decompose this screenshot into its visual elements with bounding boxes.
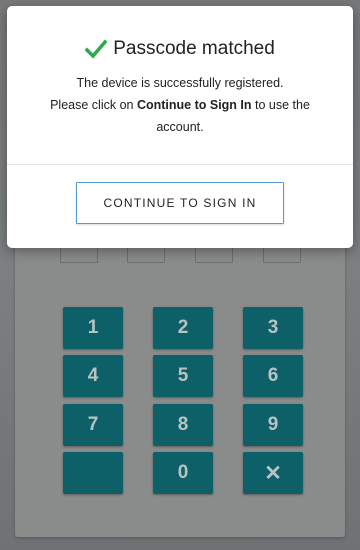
key-7[interactable]: 7 bbox=[63, 404, 123, 446]
message-line-3: account. bbox=[156, 120, 204, 134]
key-4[interactable]: 4 bbox=[63, 355, 123, 397]
key-blank[interactable] bbox=[63, 452, 123, 494]
delete-icon[interactable]: ✕ bbox=[243, 452, 303, 494]
key-9[interactable]: 9 bbox=[243, 404, 303, 446]
message-line-1: The device is successfully registered. bbox=[76, 76, 284, 90]
dialog-message: The device is successfully registered. P… bbox=[27, 72, 333, 138]
checkmark-icon bbox=[85, 39, 108, 59]
success-dialog: Passcode matched The device is successfu… bbox=[7, 6, 353, 248]
key-8[interactable]: 8 bbox=[153, 404, 213, 446]
continue-to-sign-in-button[interactable]: CONTINUE TO SIGN IN bbox=[76, 182, 284, 224]
message-line-2-suffix: to use the bbox=[251, 98, 310, 112]
key-5[interactable]: 5 bbox=[153, 355, 213, 397]
key-2[interactable]: 2 bbox=[153, 307, 213, 349]
key-3[interactable]: 3 bbox=[243, 307, 303, 349]
key-6[interactable]: 6 bbox=[243, 355, 303, 397]
dialog-title-text: Passcode matched bbox=[113, 38, 275, 59]
message-line-2-prefix: Please click on bbox=[50, 98, 137, 112]
dialog-divider bbox=[7, 164, 353, 165]
message-line-2: Please click on Continue to Sign In to u… bbox=[27, 94, 333, 116]
key-0[interactable]: 0 bbox=[153, 452, 213, 494]
message-line-2-emphasis: Continue to Sign In bbox=[136, 98, 252, 112]
dialog-title: Passcode matched bbox=[7, 38, 353, 60]
key-1[interactable]: 1 bbox=[63, 307, 123, 349]
